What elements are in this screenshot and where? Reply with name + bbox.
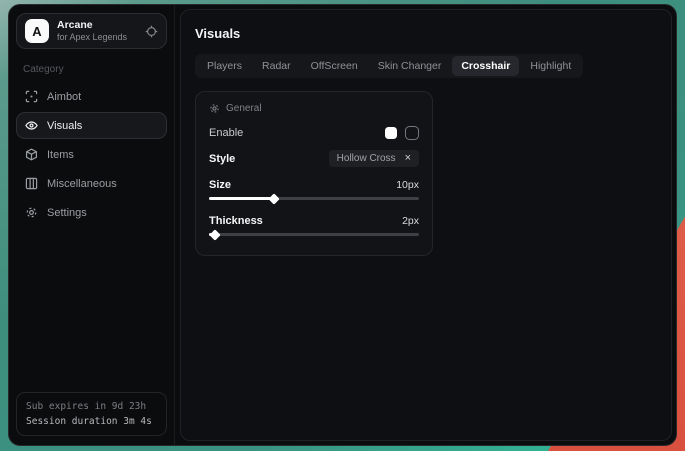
columns-icon [25, 177, 38, 190]
crosshair-icon [25, 90, 38, 103]
eye-icon [25, 119, 38, 132]
tab-skin-changer[interactable]: Skin Changer [369, 56, 451, 76]
sub-expires-text: Sub expires in 9d 23h [26, 401, 157, 412]
cube-icon [25, 148, 38, 161]
sidebar-item-miscellaneous[interactable]: Miscellaneous [16, 170, 167, 197]
gear-icon [209, 103, 220, 114]
style-label: Style [209, 153, 235, 165]
color-swatch[interactable] [385, 127, 397, 139]
session-duration-text: Session duration 3m 4s [26, 416, 157, 427]
slider-thumb[interactable] [210, 229, 221, 240]
style-value: Hollow Cross [337, 153, 396, 164]
thickness-slider[interactable] [209, 230, 419, 239]
tab-crosshair[interactable]: Crosshair [452, 56, 519, 76]
general-settings-card: General Enable Style Hollow Cross × Size… [195, 91, 433, 256]
tab-players[interactable]: Players [198, 56, 251, 76]
app-title: Arcane [57, 19, 127, 32]
thickness-row: Thickness 2px [209, 213, 419, 228]
enable-row: Enable [209, 125, 419, 140]
category-label: Category [23, 64, 160, 75]
tab-offscreen[interactable]: OffScreen [302, 56, 367, 76]
size-value: 10px [396, 179, 419, 191]
app-subtitle: for Apex Legends [57, 32, 127, 43]
tab-radar[interactable]: Radar [253, 56, 300, 76]
size-label: Size [209, 179, 231, 191]
sidebar-item-aimbot[interactable]: Aimbot [16, 83, 167, 110]
style-select[interactable]: Hollow Cross × [329, 150, 419, 167]
app-window: A Arcane for Apex Legends Category Aimbo… [8, 4, 677, 446]
subscription-card: Sub expires in 9d 23h Session duration 3… [16, 392, 167, 436]
sidebar-item-label: Items [47, 149, 74, 161]
tab-highlight[interactable]: Highlight [521, 56, 580, 76]
brand-card: A Arcane for Apex Legends [16, 13, 167, 49]
card-title: General [226, 103, 262, 114]
sidebar-item-items[interactable]: Items [16, 141, 167, 168]
thickness-label: Thickness [209, 215, 263, 227]
style-row: Style Hollow Cross × [209, 150, 419, 167]
size-row: Size 10px [209, 177, 419, 192]
sidebar-item-label: Miscellaneous [47, 178, 117, 190]
gear-icon [25, 206, 38, 219]
sidebar-item-label: Settings [47, 207, 87, 219]
page-title: Visuals [195, 26, 657, 41]
sidebar-item-settings[interactable]: Settings [16, 199, 167, 226]
sidebar-item-label: Visuals [47, 120, 82, 132]
size-slider[interactable] [209, 194, 419, 203]
enable-checkbox[interactable] [405, 126, 419, 140]
target-icon[interactable] [145, 25, 158, 38]
thickness-value: 2px [402, 215, 419, 227]
app-logo: A [25, 19, 49, 43]
sidebar: A Arcane for Apex Legends Category Aimbo… [9, 5, 175, 445]
sidebar-item-label: Aimbot [47, 91, 81, 103]
sidebar-item-visuals[interactable]: Visuals [16, 112, 167, 139]
tab-bar: Players Radar OffScreen Skin Changer Cro… [195, 54, 583, 78]
close-icon[interactable]: × [405, 153, 411, 164]
main-panel: Visuals Players Radar OffScreen Skin Cha… [180, 9, 672, 441]
enable-label: Enable [209, 127, 243, 139]
slider-thumb[interactable] [268, 193, 279, 204]
